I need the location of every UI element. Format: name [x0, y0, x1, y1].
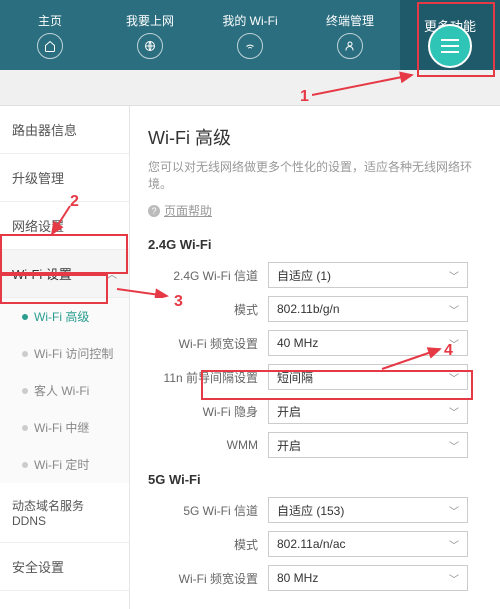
chevron-down-icon: ﹀ — [449, 571, 459, 586]
sidebar: 路由器信息 升级管理 网络设置 Wi-Fi 设置 ︿ Wi-Fi 高级 Wi-F… — [0, 106, 130, 609]
select-mode24[interactable]: 802.11b/g/n﹀ — [268, 296, 468, 322]
select-channel5[interactable]: 自适应 (153)﹀ — [268, 497, 468, 523]
label-wmm: WMM — [148, 438, 268, 452]
sidebar-security[interactable]: 安全设置 — [0, 543, 129, 591]
dot-icon — [22, 351, 28, 357]
chevron-down-icon: ﹀ — [449, 268, 459, 283]
label-bandwidth5: Wi-Fi 频宽设置 — [148, 570, 268, 587]
dot-icon — [22, 462, 28, 468]
sidebar-ddns[interactable]: 动态域名服务 DDNS — [0, 483, 129, 543]
wifi-icon — [237, 33, 263, 59]
label-hidden: Wi-Fi 隐身 — [148, 403, 268, 420]
chevron-down-icon: ﹀ — [449, 302, 459, 317]
nav-devices[interactable]: 终端管理 — [300, 0, 400, 70]
select-channel24[interactable]: 自适应 (1)﹀ — [268, 262, 468, 288]
select-preamble[interactable]: 短间隔﹀ — [268, 364, 468, 390]
nav-internet[interactable]: 我要上网 — [100, 0, 200, 70]
section-5g: 5G Wi-Fi — [148, 472, 482, 487]
chevron-down-icon: ﹀ — [449, 370, 459, 385]
label-preamble: 11n 前导间隔设置 — [148, 369, 268, 386]
sidebar-wifi-settings[interactable]: Wi-Fi 设置 ︿ — [0, 250, 129, 298]
dot-icon — [22, 388, 28, 394]
top-nav: 主页 我要上网 我的 Wi-Fi 终端管理 更多功能 — [0, 0, 500, 70]
sidebar-sub-guest[interactable]: 客人 Wi-Fi — [0, 372, 129, 409]
sidebar-network[interactable]: 网络设置 — [0, 202, 129, 250]
page-title: Wi-Fi 高级 — [148, 124, 482, 150]
sidebar-sub-repeater[interactable]: Wi-Fi 中继 — [0, 409, 129, 446]
select-bandwidth5[interactable]: 80 MHz﹀ — [268, 565, 468, 591]
nav-home[interactable]: 主页 — [0, 0, 100, 70]
page-help-link[interactable]: ? 页面帮助 — [148, 202, 482, 219]
section-24g: 2.4G Wi-Fi — [148, 237, 482, 252]
dot-icon — [22, 425, 28, 431]
sidebar-sub-advanced[interactable]: Wi-Fi 高级 — [0, 298, 129, 335]
sidebar-router-info[interactable]: 路由器信息 — [0, 106, 129, 154]
chevron-down-icon: ﹀ — [449, 537, 459, 552]
select-hidden[interactable]: 开启﹀ — [268, 398, 468, 424]
nav-wifi[interactable]: 我的 Wi-Fi — [200, 0, 300, 70]
user-icon — [337, 33, 363, 59]
label-channel24: 2.4G Wi-Fi 信道 — [148, 267, 268, 284]
select-wmm[interactable]: 开启﹀ — [268, 432, 468, 458]
chevron-down-icon: ﹀ — [449, 336, 459, 351]
globe-icon — [137, 33, 163, 59]
chevron-up-icon: ︿ — [107, 266, 117, 281]
sidebar-sub-timer[interactable]: Wi-Fi 定时 — [0, 446, 129, 483]
chevron-down-icon: ﹀ — [449, 438, 459, 453]
label-mode24: 模式 — [148, 301, 268, 318]
nav-more[interactable]: 更多功能 — [400, 0, 500, 70]
select-mode5[interactable]: 802.11a/n/ac﹀ — [268, 531, 468, 557]
chevron-down-icon: ﹀ — [449, 503, 459, 518]
help-icon: ? — [148, 205, 160, 217]
sidebar-sub-access[interactable]: Wi-Fi 访问控制 — [0, 335, 129, 372]
hamburger-icon — [428, 24, 472, 68]
sidebar-upgrade[interactable]: 升级管理 — [0, 154, 129, 202]
dot-icon — [22, 314, 28, 320]
home-icon — [37, 33, 63, 59]
select-bandwidth24[interactable]: 40 MHz﹀ — [268, 330, 468, 356]
label-channel5: 5G Wi-Fi 信道 — [148, 502, 268, 519]
chevron-down-icon: ﹀ — [449, 404, 459, 419]
label-bandwidth24: Wi-Fi 频宽设置 — [148, 335, 268, 352]
main-content: Wi-Fi 高级 您可以对无线网络做更多个性化的设置，适应各种无线网络环境。 ?… — [130, 106, 500, 609]
spacer-bar — [0, 70, 500, 106]
page-desc: 您可以对无线网络做更多个性化的设置，适应各种无线网络环境。 — [148, 158, 482, 192]
